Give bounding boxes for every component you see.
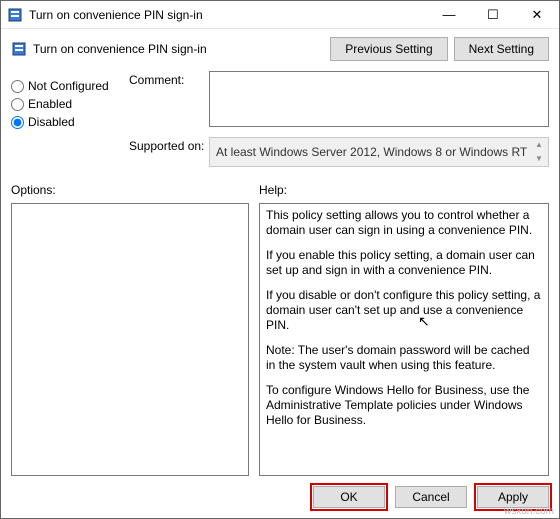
radio-not-configured-input[interactable] (11, 80, 24, 93)
radio-enabled-label: Enabled (28, 97, 72, 111)
policy-icon (7, 7, 23, 23)
fields-column: Comment: Supported on: At least Windows … (129, 71, 549, 177)
supported-on-field: At least Windows Server 2012, Windows 8 … (209, 137, 549, 167)
comment-input[interactable] (209, 71, 549, 127)
comment-label: Comment: (129, 71, 209, 127)
options-pane: Options: (11, 183, 249, 476)
cancel-button[interactable]: Cancel (395, 486, 467, 508)
minimize-button[interactable]: — (427, 1, 471, 28)
radio-disabled[interactable]: Disabled (11, 115, 129, 129)
dialog-footer: OK Cancel Apply (1, 476, 559, 518)
options-label: Options: (11, 183, 249, 197)
options-box (11, 203, 249, 476)
radio-disabled-label: Disabled (28, 115, 75, 129)
previous-setting-button[interactable]: Previous Setting (330, 37, 447, 61)
scroll-down-icon[interactable]: ▼ (532, 154, 546, 164)
supported-scroll: ▲ ▼ (532, 140, 546, 164)
apply-button[interactable]: Apply (477, 486, 549, 508)
settings-area: Not Configured Enabled Disabled Comment:… (1, 65, 559, 177)
help-pane: Help: This policy setting allows you to … (259, 183, 549, 476)
policy-icon (11, 41, 27, 57)
supported-label: Supported on: (129, 137, 209, 167)
window-controls: — ☐ ✕ (427, 1, 559, 28)
help-text: This policy setting allows you to contro… (260, 204, 548, 442)
help-p4: Note: The user's domain password will be… (266, 343, 542, 373)
radio-not-configured[interactable]: Not Configured (11, 79, 129, 93)
radio-enabled[interactable]: Enabled (11, 97, 129, 111)
radio-enabled-input[interactable] (11, 98, 24, 111)
policy-title: Turn on convenience PIN sign-in (33, 42, 207, 56)
help-p5: To configure Windows Hello for Business,… (266, 383, 542, 428)
comment-row: Comment: (129, 71, 549, 127)
help-label: Help: (259, 183, 549, 197)
state-column: Not Configured Enabled Disabled (11, 71, 129, 177)
help-box[interactable]: This policy setting allows you to contro… (259, 203, 549, 476)
header-row: Turn on convenience PIN sign-in Previous… (1, 29, 559, 65)
help-p1: This policy setting allows you to contro… (266, 208, 542, 238)
help-p2: If you enable this policy setting, a dom… (266, 248, 542, 278)
supported-on-text: At least Windows Server 2012, Windows 8 … (216, 145, 527, 159)
help-p3: If you disable or don't configure this p… (266, 288, 542, 333)
dialog-window: Turn on convenience PIN sign-in — ☐ ✕ Tu… (0, 0, 560, 519)
radio-not-configured-label: Not Configured (28, 79, 109, 93)
scroll-up-icon[interactable]: ▲ (532, 140, 546, 150)
next-setting-button[interactable]: Next Setting (454, 37, 549, 61)
supported-row: Supported on: At least Windows Server 20… (129, 137, 549, 167)
ok-button[interactable]: OK (313, 486, 385, 508)
radio-disabled-input[interactable] (11, 116, 24, 129)
close-button[interactable]: ✕ (515, 1, 559, 28)
lower-panes: Options: Help: This policy setting allow… (1, 177, 559, 476)
maximize-button[interactable]: ☐ (471, 1, 515, 28)
titlebar: Turn on convenience PIN sign-in — ☐ ✕ (1, 1, 559, 29)
window-title: Turn on convenience PIN sign-in (29, 8, 427, 22)
